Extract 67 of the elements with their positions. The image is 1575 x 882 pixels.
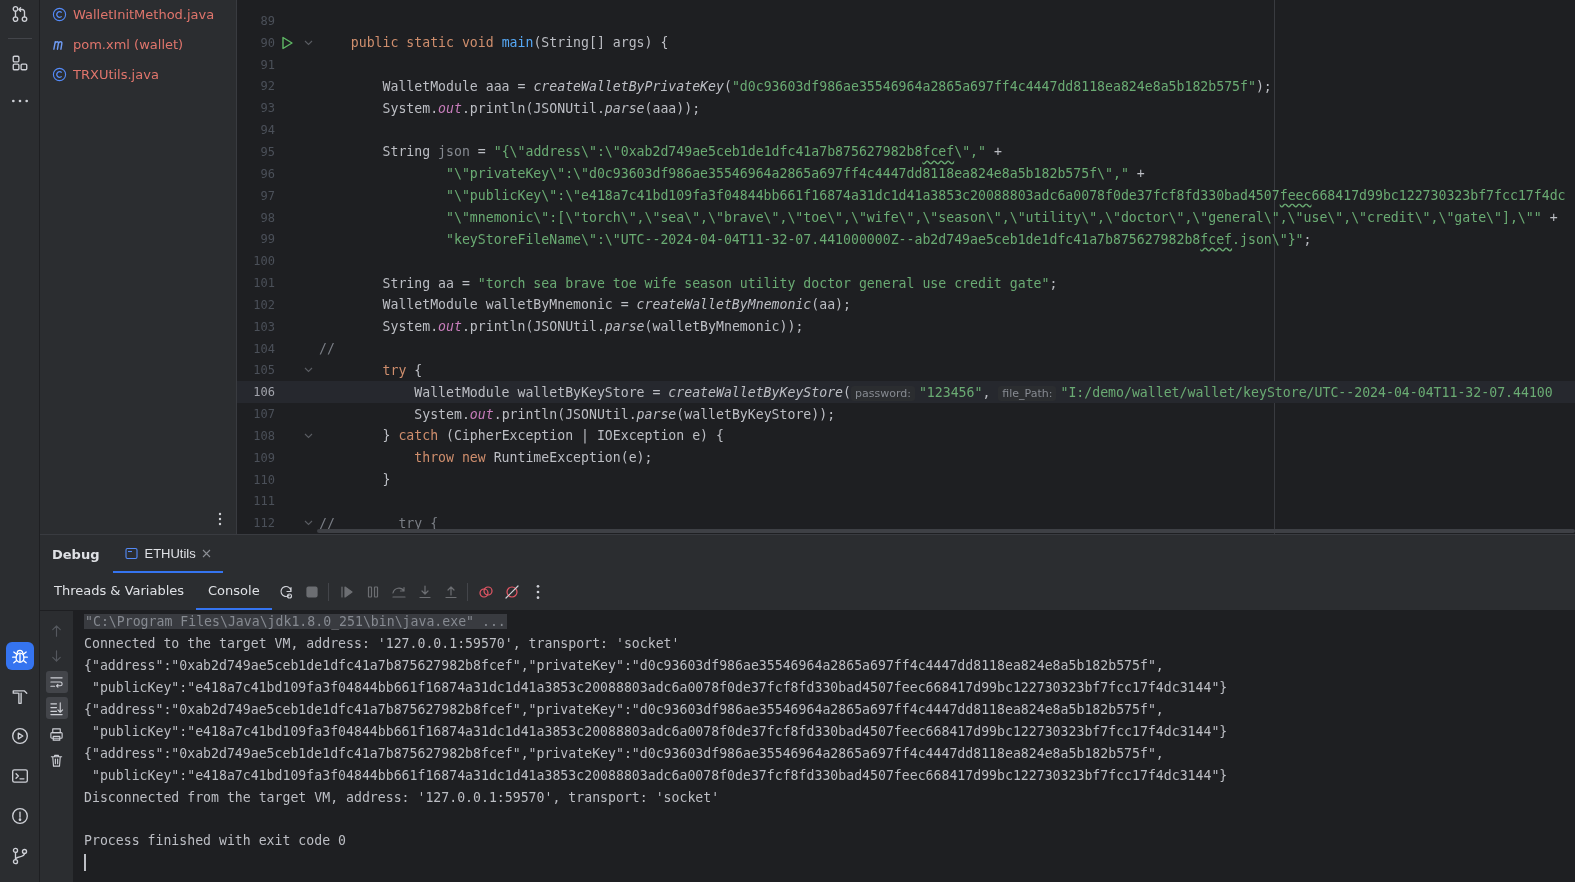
code-line: WalletModule walletByMnemonic = createWalletByMnemonic(aa); [381, 297, 851, 313]
soft-wrap-icon [49, 674, 64, 690]
console-line: "publicKey":"e418a7c41bd109fa3f04844bb661f16874a31dc1d41a3853c20088803adc6a0078f0de37fcf8fd330bad4507feec668417d99bc122730323bf7fcc17f4dc3144"} [90, 680, 1228, 696]
trash-icon [49, 752, 64, 768]
run-icon[interactable] [280, 35, 294, 50]
scroll-to-end-icon [49, 700, 64, 716]
fold-icon[interactable] [304, 518, 313, 528]
branch-arrows-icon [10, 5, 29, 23]
more-icon [535, 584, 540, 599]
line-number: 106 [252, 385, 275, 400]
code-line: // [318, 341, 335, 357]
structure-icon [10, 54, 29, 72]
code-line: System.out.println(JSONUtil.parse(walletByKeyStore)); [413, 406, 836, 422]
more-icon[interactable] [216, 512, 224, 526]
git-branch-icon [10, 847, 29, 865]
mute-breakpoints-icon [503, 583, 520, 600]
code-line: } catch (CipherException | IOException e) { [381, 428, 724, 444]
bug-tool-button[interactable] [5, 642, 34, 670]
console-line: {"address":"0xab2d749ae5ceb1de1dfc41a7b875627982b8fcef","privateKey":"d0c93603df986ae35546964a2865a697ff4c4447dd8118ea824e8a5b182b575f", [84, 702, 1164, 717]
console-line: Connected to the target VM, address: '127.0.0.1:59570', transport: 'socket' [84, 636, 680, 652]
text-cursor [84, 854, 86, 872]
console-line: "publicKey":"e418a7c41bd109fa3f04844bb661f16874a31dc1d41a3853c20088803adc6a0078f0de37fcf8fd330bad4507feec668417d99bc122730323bf7fcc17f4dc3144"} [90, 767, 1228, 783]
up-arrow-icon [49, 622, 64, 638]
file-item[interactable]: pom.xml (wallet) [40, 29, 236, 59]
fold-icon[interactable] [304, 365, 313, 375]
code-line: throw new RuntimeException(e); [413, 450, 653, 466]
terminal-icon [10, 767, 29, 785]
console-line: {"address":"0xab2d749ae5ceb1de1dfc41a7b875627982b8fcef","privateKey":"d0c93603df986ae35546964a2865a697ff4c4447dd8118ea824e8a5b182b575f", [84, 745, 1164, 761]
bug-icon [10, 647, 29, 665]
view-tab[interactable]: Console [196, 573, 272, 610]
code-line: System.out.println(JSONUtil.parse(aaa)); [381, 100, 701, 116]
file-item[interactable]: TRXUtils.java [40, 59, 236, 89]
code-line: "\"privateKey\":\"d0c93603df986ae35546964a2865a697ff4c4447dd8118ea824e8a5b182b575f\"," + [445, 166, 1145, 182]
code-line: WalletModule walletByKeyStore = createWalletByKeyStore( password: "123456", file_Path: "I:/demo/wallet/wallet/keyStore/UTC--2024-04-04T11-32-07.44100 [413, 384, 1553, 400]
code-line: "\"publicKey\":\"e418a7c41bd109fa3f04844bb661f16874a31dc1d41a3853c20088803adc6a0078f0de37fcf8fd330bad4507feec668417d99bc122730323bf7fcc17f4dc [445, 188, 1566, 204]
step-into-icon [416, 583, 433, 600]
hammer-icon [10, 687, 29, 705]
stop-icon [303, 583, 320, 600]
code-line: public static void main(String[] args) { [349, 35, 669, 51]
more-icon [11, 99, 28, 103]
code-line: "keyStoreFileName\":\"UTC--2024-04-04T11-32-07.441000000Z--ab2d749ae5ceb1de1dfc41a7b875627982b8fcef.json\"}"; [445, 231, 1312, 247]
class-icon [52, 66, 67, 82]
printer-icon [49, 726, 64, 742]
rerun-icon [277, 583, 294, 600]
code-line: System.out.println(JSONUtil.parse(walletByMnemonic)); [381, 319, 804, 335]
console-line: "publicKey":"e418a7c41bd109fa3f04844bb661f16874a31dc1d41a3853c20088803adc6a0078f0de37fcf8fd330bad4507feec668417d99bc122730323bf7fcc17f4dc3144"} [90, 723, 1228, 739]
code-line: try { [381, 362, 423, 378]
close-icon[interactable] [201, 548, 211, 558]
panel-title: Debug [52, 546, 100, 562]
class-icon [52, 6, 67, 22]
code-line: } [381, 472, 391, 488]
code-line: WalletModule aaa = createWalletByPrivateKey("d0c93603df986ae35546964a2865a697ff4c4447dd8118ea824e8a5b182b575f"); [381, 78, 1272, 94]
breakpoints-icon [477, 583, 494, 600]
window-icon [125, 546, 139, 560]
code-line: String aa = "torch sea brave toe wife season utility doctor general use credit gate"; [381, 275, 1058, 291]
warning-icon [10, 807, 29, 825]
view-tab[interactable]: Threads & Variables [42, 573, 197, 610]
console-line: Process finished with exit code 0 [84, 833, 346, 849]
console-line: {"address":"0xab2d749ae5ceb1de1dfc41a7b875627982b8fcef","privateKey":"d0c93603df986ae35546964a2865a697ff4c4447dd8118ea824e8a5b182b575f", [84, 658, 1164, 674]
play-circle-icon [10, 727, 29, 745]
soft-wrap-button[interactable] [45, 671, 68, 693]
file-item[interactable]: WalletInitMethod.java [40, 0, 236, 29]
scroll-to-end-button[interactable] [45, 697, 68, 719]
code-line: "\"mnemonic\":[\"torch\",\"sea\",\"brave\",\"toe\",\"wife\",\"season\",\"utility\",\"doctor\",\"general\",\"use\",\"credit\",\"gate\"],\"" + [445, 210, 1558, 225]
code-line: String json = "{\"address\":\"0xab2d749ae5ceb1de1dfc41a7b875627982b8fcef\"," + [381, 144, 1002, 160]
down-arrow-icon [49, 648, 64, 664]
console-line: Disconnected from the target VM, address: '127.0.0.1:59570', transport: 'socket' [84, 789, 720, 805]
